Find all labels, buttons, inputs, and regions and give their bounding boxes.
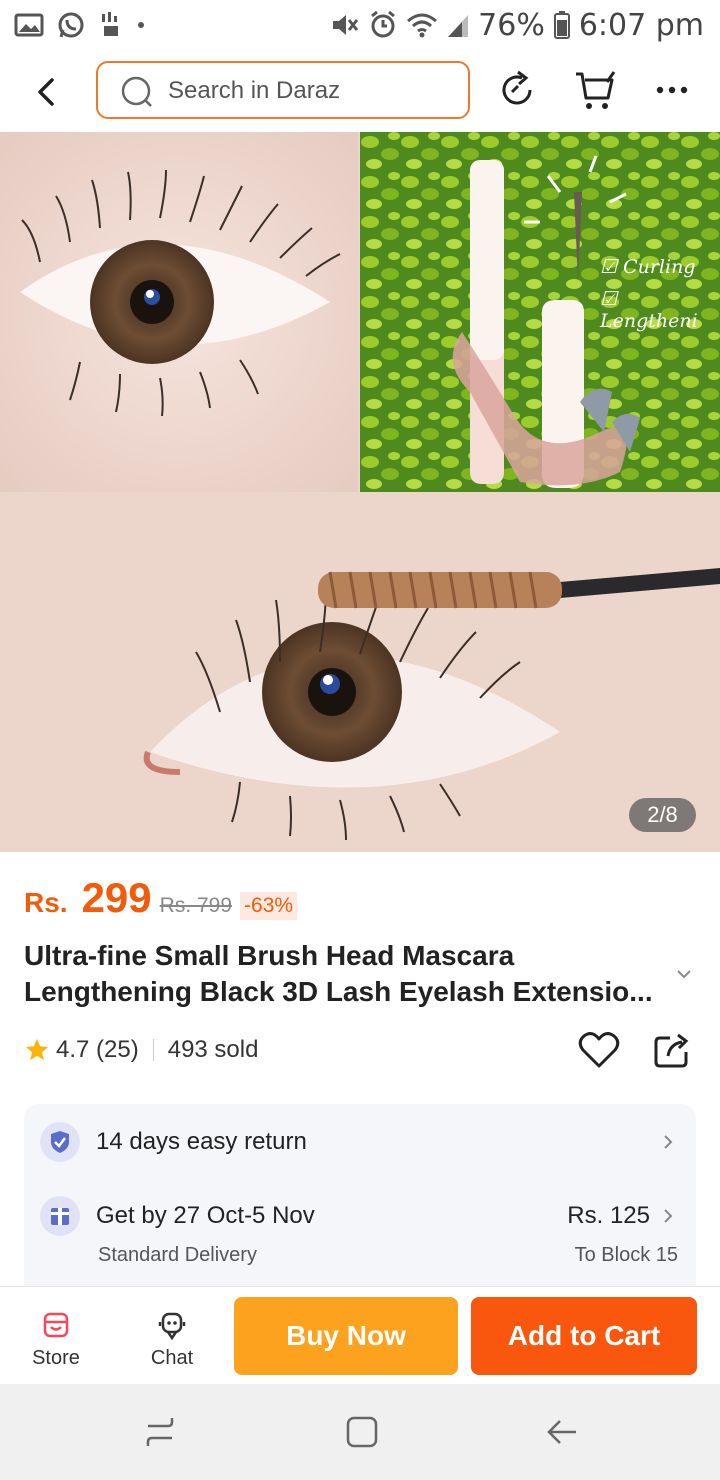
currency-label: Rs. <box>24 887 68 918</box>
share-refresh-icon[interactable] <box>496 68 540 112</box>
product-image-gallery[interactable]: ☑ Curling ☑ Lengtheni 2/8 <box>0 132 720 852</box>
discount-badge: -63% <box>240 892 298 920</box>
rating-value: 4.7 (25) <box>56 1036 139 1063</box>
system-navigation-bar <box>0 1384 720 1480</box>
store-icon <box>43 1312 69 1338</box>
battery-percent: 76% <box>478 7 545 43</box>
delivery-box-icon <box>40 1196 80 1236</box>
sold-count: 493 sold <box>167 1036 259 1063</box>
overlay-label-curling: ☑ Curling <box>600 256 696 278</box>
clock: 6:07 pm <box>578 7 704 43</box>
service-info-card: 14 days easy return Get by 27 Oct-5 Nov … <box>24 1104 696 1286</box>
original-price: Rs. 799 <box>159 894 233 917</box>
price-row: Rs. 299 Rs. 799 -63% <box>24 874 298 924</box>
recent-apps-icon[interactable] <box>140 1412 180 1452</box>
whatsapp-notification-icon <box>58 12 84 38</box>
store-button[interactable]: Store <box>16 1309 96 1370</box>
delivery-fee: Rs. 125 <box>567 1202 650 1229</box>
return-shield-icon <box>40 1122 80 1162</box>
overlay-label-lengthening: ☑ Lengtheni <box>600 288 698 332</box>
delivery-chevron-icon <box>664 1209 673 1223</box>
carrier-notification-icon <box>102 12 118 36</box>
product-title[interactable]: Ultra-fine Small Brush Head Mascara Leng… <box>24 938 664 1010</box>
expand-title-chevron-icon[interactable] <box>674 966 694 982</box>
back-nav-icon[interactable] <box>542 1412 582 1452</box>
search-icon <box>121 76 152 107</box>
chat-label: Chat <box>150 1347 194 1369</box>
signal-icon <box>448 15 469 37</box>
delivery-type-label: Standard Delivery <box>98 1244 257 1266</box>
return-policy-label: 14 days easy return <box>96 1128 307 1155</box>
store-label: Store <box>32 1347 80 1369</box>
alarm-icon <box>371 10 396 38</box>
home-icon[interactable] <box>342 1412 382 1452</box>
current-price: 299 <box>81 874 152 921</box>
cart-icon[interactable] <box>574 68 618 112</box>
top-app-bar <box>0 52 720 132</box>
rating-divider <box>152 1039 154 1061</box>
dot-notification-icon <box>138 22 144 28</box>
buy-now-button[interactable]: Buy Now <box>234 1297 458 1375</box>
product-image <box>0 132 720 852</box>
chat-button[interactable]: Chat <box>132 1309 212 1370</box>
return-chevron-icon <box>664 1135 673 1149</box>
delivery-date-label: Get by 27 Oct-5 Nov <box>96 1202 315 1229</box>
bottom-action-bar: Store Chat Buy Now Add to Cart <box>0 1286 720 1384</box>
status-bar: 76% 6:07 pm <box>0 0 720 50</box>
search-bar[interactable] <box>96 61 470 119</box>
search-input[interactable] <box>168 73 448 109</box>
more-options-icon[interactable] <box>652 68 696 112</box>
gallery-notification-icon <box>14 13 44 37</box>
mute-icon <box>333 15 359 35</box>
rating-row[interactable]: 4.7 (25) 493 sold <box>24 1034 258 1066</box>
product-title-line-2: Lengthening Black 3D Lash Eyelash Extens… <box>24 976 653 1007</box>
battery-icon <box>553 11 570 39</box>
star-icon <box>26 1039 48 1060</box>
image-counter: 2/8 <box>629 798 696 832</box>
product-title-line-1: Ultra-fine Small Brush Head Mascara <box>24 940 515 971</box>
wifi-icon <box>407 13 438 38</box>
chat-icon <box>158 1312 186 1341</box>
wishlist-heart-icon[interactable] <box>578 1030 620 1070</box>
add-to-cart-button[interactable]: Add to Cart <box>471 1297 697 1375</box>
back-arrow-icon[interactable] <box>30 72 66 112</box>
share-icon[interactable] <box>652 1030 692 1070</box>
delivery-destination: To Block 15 <box>574 1244 678 1266</box>
